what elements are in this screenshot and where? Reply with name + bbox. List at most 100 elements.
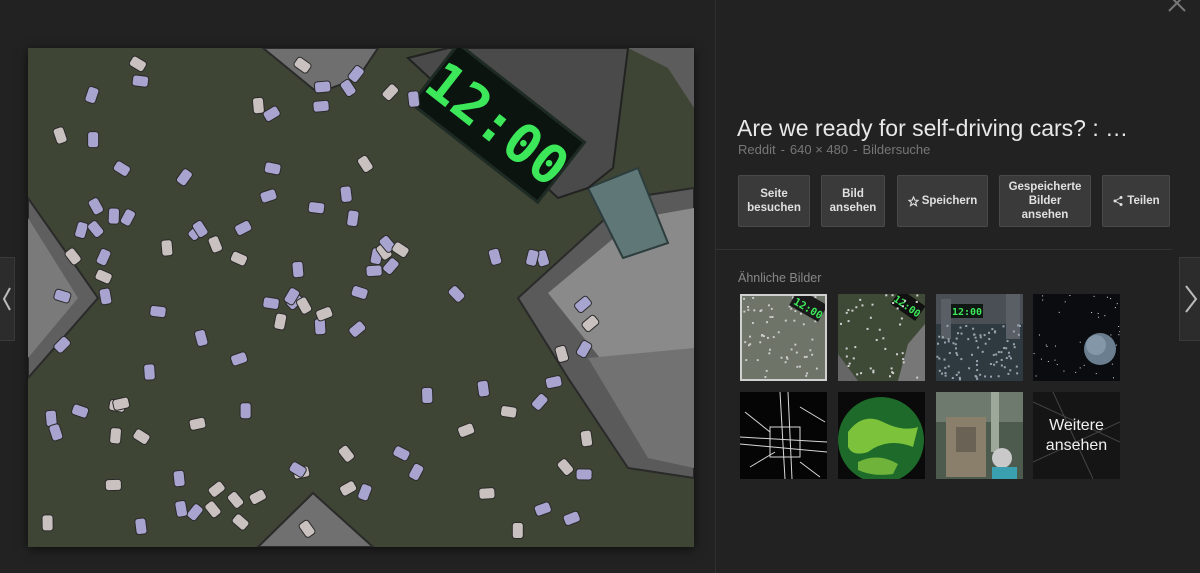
thumbnail-detail <box>976 369 979 372</box>
thumbnail-detail <box>988 331 991 334</box>
thumbnail-detail <box>878 328 881 331</box>
save-button[interactable]: Speichern <box>897 175 988 227</box>
thumbnail-detail <box>763 335 765 338</box>
thumbnail-detail <box>941 372 944 375</box>
similar-thumbnail[interactable] <box>838 392 925 479</box>
similar-thumbnail[interactable] <box>1033 294 1120 381</box>
thumbnail-detail <box>967 338 970 341</box>
thumbnail-detail <box>944 372 947 375</box>
image-search-link[interactable]: Bildersuche <box>862 142 930 157</box>
thumbnail-detail <box>796 365 799 368</box>
thumbnail-detail <box>777 331 780 334</box>
more-similar-images-button[interactable]: Weitere ansehen <box>1033 392 1120 479</box>
thumbnail-detail <box>954 343 957 346</box>
thumbnail-detail <box>759 341 762 344</box>
star-icon <box>907 195 919 207</box>
thumbnail-detail <box>744 341 747 344</box>
thumbnail-detail <box>1007 372 1010 375</box>
thumbnail-detail <box>795 351 798 354</box>
thumbnail-detail <box>888 375 891 378</box>
thumbnail-detail <box>981 350 984 353</box>
similar-thumbnail[interactable] <box>740 392 827 479</box>
thumbnail-detail <box>992 353 995 356</box>
thumbnail-detail <box>1110 298 1112 300</box>
thumbnail-detail <box>1047 360 1049 362</box>
thumbnail-detail <box>902 358 905 361</box>
close-button[interactable] <box>1166 0 1188 14</box>
thumbnail-detail <box>802 323 805 326</box>
thumbnail-detail <box>866 327 869 330</box>
thumbnail-detail <box>892 302 895 305</box>
thumbnail-detail <box>1007 351 1010 354</box>
view-saved-images-button[interactable]: Gespeicherte Bilder ansehen <box>999 175 1091 227</box>
car-shape <box>87 131 100 149</box>
similar-images-label: Ähnliche Bilder <box>738 271 822 285</box>
thumbnail-detail <box>1017 324 1020 327</box>
similar-thumbnail[interactable]: 12:00 <box>838 294 925 381</box>
thumbnail-detail <box>941 336 944 339</box>
image-dimensions: 640 × 480 <box>789 142 849 157</box>
thumbnail-detail <box>794 343 797 346</box>
thumbnail-detail <box>1054 359 1056 361</box>
panel-divider <box>715 0 716 573</box>
car-shape <box>107 207 121 225</box>
thumbnail-detail <box>745 359 748 362</box>
thumbnail-detail <box>1111 363 1113 365</box>
thumbnail-detail <box>798 365 801 368</box>
thumbnail-detail <box>904 299 907 302</box>
thumbnail-detail <box>896 307 899 310</box>
main-preview-image[interactable]: 12:00 <box>28 48 694 547</box>
thumbnail-detail <box>847 320 850 323</box>
car-shape <box>476 379 491 398</box>
visit-page-button[interactable]: Seite besuchen <box>738 175 810 227</box>
thumbnail-detail <box>1005 357 1008 360</box>
car-shape <box>407 90 421 108</box>
thumbnail-detail <box>885 294 888 297</box>
thumbnail-detail <box>892 372 895 375</box>
car-shape <box>291 260 305 279</box>
car-shape <box>262 296 280 310</box>
thumbnail-detail <box>851 309 854 312</box>
thumbnail-detail <box>1106 296 1108 298</box>
thumbnail-detail <box>916 294 919 297</box>
thumbnail-detail <box>769 348 771 351</box>
thumbnail-detail <box>871 303 874 306</box>
thumbnail-detail <box>811 353 814 356</box>
similar-thumbnail[interactable] <box>936 392 1023 479</box>
thumbnail-detail <box>984 342 987 345</box>
thumbnail-detail <box>1009 369 1012 372</box>
thumbnail-detail <box>955 352 958 355</box>
car-shape <box>575 468 593 481</box>
car-shape <box>313 80 332 94</box>
similar-thumbnail[interactable]: 12:00 <box>740 294 827 381</box>
thumbnail-detail <box>875 338 878 341</box>
share-button[interactable]: Teilen <box>1102 175 1170 227</box>
thumbnail-detail <box>882 337 885 340</box>
thumbnail-detail <box>760 309 763 312</box>
thumbnail-detail <box>845 347 848 350</box>
thumbnail-detail <box>811 338 814 341</box>
previous-image-button[interactable] <box>0 257 15 341</box>
thumbnail-detail <box>995 361 998 364</box>
thumbnail-detail <box>943 358 946 361</box>
thumbnail-detail <box>1008 355 1011 358</box>
source-site[interactable]: Reddit <box>738 142 776 157</box>
similar-thumbnail[interactable]: 12:00 <box>936 294 1023 381</box>
image-title[interactable]: Are we ready for self-driving cars? : … <box>737 114 1177 142</box>
thumbnail-detail <box>957 371 960 374</box>
thumbnail-detail <box>845 311 848 314</box>
thumbnail-detail <box>890 367 893 370</box>
thumbnail-detail <box>780 356 783 359</box>
thumbnail-detail <box>805 374 808 377</box>
thumbnail-detail <box>848 362 851 365</box>
thumbnail-detail <box>1012 343 1015 346</box>
next-image-button[interactable] <box>1179 257 1200 341</box>
thumbnail-detail <box>944 341 947 344</box>
view-image-button[interactable]: Bild ansehen <box>821 175 885 227</box>
thumbnail-detail <box>751 322 754 324</box>
thumbnail-detail <box>901 305 904 308</box>
thumbnail-detail <box>979 336 982 339</box>
thumbnail-detail <box>1116 303 1118 305</box>
thumbnail-detail <box>847 364 850 367</box>
thumbnail-detail <box>784 319 787 322</box>
